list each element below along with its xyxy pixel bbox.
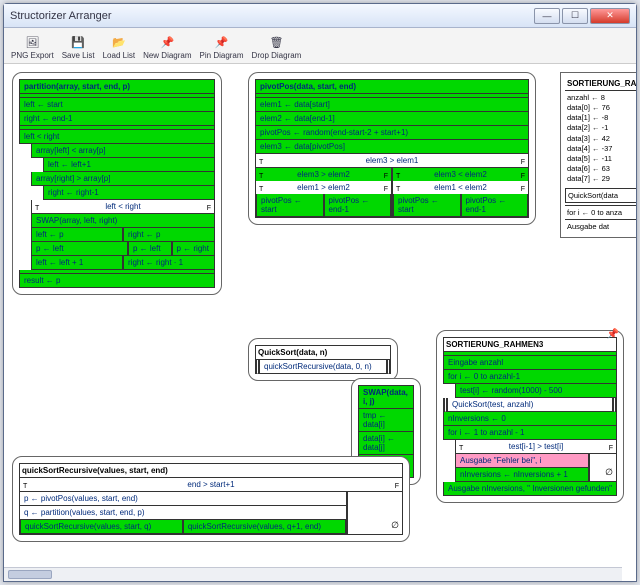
while-head: array[left] < array[p]: [31, 144, 215, 158]
toolbar-label: Pin Diagram: [200, 51, 244, 60]
stmt: p ← pivotPos(values, start, end): [20, 492, 346, 506]
horizontal-scrollbar[interactable]: [4, 567, 622, 581]
stmt: nInversions ← nInversions + 1: [456, 468, 588, 481]
decision: left < right: [31, 200, 215, 214]
stmt: p ← left: [31, 242, 128, 256]
diagram-partition[interactable]: partition(array, start, end, p) left ← s…: [12, 72, 222, 295]
save-icon: 💾: [70, 34, 86, 50]
decision: end > start+1: [19, 478, 403, 492]
toolbar-label: PNG Export: [11, 51, 54, 60]
call: quickSortRecursive(data, 0, n): [255, 360, 391, 374]
stmt: right ← right · 1: [123, 256, 215, 270]
stmt: p ← right: [172, 242, 216, 256]
pin-diagram-button[interactable]: 📌Pin Diagram: [197, 33, 247, 61]
decision: elem3 < elem2: [393, 168, 528, 181]
diagram-title: pivotPos(data, start, end): [255, 79, 529, 94]
stmt: Ausgabe nInversions, " Inversionen gefun…: [443, 482, 617, 496]
toolbar-label: Save List: [62, 51, 95, 60]
call: QuickSort(data: [565, 188, 636, 203]
decision: elem3 > elem1: [255, 154, 529, 168]
diagram-title: quickSortRecursive(values, start, end): [19, 463, 403, 478]
stmt: left ← left+1: [43, 158, 215, 172]
stmt: pivotPos ← start: [256, 194, 324, 217]
titlebar: Structorizer Arranger — ☐ ✕: [4, 4, 636, 28]
maximize-button[interactable]: ☐: [562, 8, 588, 24]
stmt: result ← p: [19, 274, 215, 288]
stmt: test[i] ← random(1000) - 500: [455, 384, 617, 398]
diagram-quicksort[interactable]: QuickSort(data, n) quickSortRecursive(da…: [248, 338, 398, 381]
stmt: right ← end-1: [19, 112, 215, 126]
stmt: Ausgabe dat: [565, 219, 636, 233]
app-window: Structorizer Arranger — ☐ ✕ 🖼PNG Export …: [3, 3, 637, 582]
window-title: Structorizer Arranger: [10, 10, 111, 22]
call: quickSortRecursive(values, q+1, end): [183, 520, 346, 534]
stmt: left ← start: [19, 98, 215, 112]
drop-diagram-button[interactable]: 🗑Drop Diagram: [249, 33, 305, 61]
call: QuickSort(test, anzahl): [443, 398, 617, 412]
load-list-button[interactable]: 📂Load List: [100, 33, 138, 61]
pin-icon: 📌: [607, 329, 619, 340]
diagram-pivotpos[interactable]: pivotPos(data, start, end) elem1 ← data[…: [248, 72, 536, 225]
diagram-title: SORTIERUNG_RAHMEN3: [443, 337, 617, 352]
stmt: Eingabe anzahl: [443, 356, 617, 370]
stmt: nInversions ← 0: [443, 412, 617, 426]
pin-icon: 📌: [214, 34, 230, 50]
diagram-rahmen3[interactable]: 📌 SORTIERUNG_RAHMEN3 Eingabe anzahl for …: [436, 330, 624, 503]
canvas[interactable]: partition(array, start, end, p) left ← s…: [4, 66, 636, 567]
toolbar-label: Load List: [103, 51, 135, 60]
png-export-button[interactable]: 🖼PNG Export: [8, 33, 57, 61]
stmt: left ← p: [31, 228, 123, 242]
pin-icon: 📌: [159, 34, 175, 50]
stmt: elem3 ← data[pivotPos]: [255, 140, 529, 154]
decision: test[i-1] > test[i]: [455, 440, 617, 454]
stmt: pivotPos ← end-1: [324, 194, 392, 217]
drop-icon: 🗑: [268, 34, 284, 50]
while-head: array[right] > array[p]: [31, 172, 215, 186]
stmt: elem2 ← data[end-1]: [255, 112, 529, 126]
error-stmt: Ausgabe "Fehler bei", i: [456, 454, 588, 468]
loop-head: for i ← 0 to anzahl-1: [443, 370, 617, 384]
diagram-rahmen-clipped[interactable]: SORTIERUNG_RA anzahl ← 8 data[0] ← 76 da…: [560, 72, 636, 238]
stmt: pivotPos ← start: [393, 194, 461, 217]
stmt: q ← partition(values, start, end, p): [20, 506, 346, 520]
decision: elem1 > elem2: [256, 181, 391, 194]
stmt: right ← p: [123, 228, 215, 242]
loop-head: for i ← 1 to anzahl - 1: [443, 426, 617, 440]
toolbar: 🖼PNG Export 💾Save List 📂Load List 📌New D…: [4, 28, 636, 64]
open-icon: 📂: [111, 34, 127, 50]
diagram-title: SORTIERUNG_RA: [565, 77, 636, 91]
diagram-title: QuickSort(data, n): [255, 345, 391, 360]
diagram-quicksort-recursive[interactable]: quickSortRecursive(values, start, end) e…: [12, 456, 410, 542]
stmt: p ← left: [128, 242, 172, 256]
call: SWAP(array, left, right): [31, 214, 215, 228]
close-button[interactable]: ✕: [590, 8, 630, 24]
stmt: right ← right-1: [43, 186, 215, 200]
save-list-button[interactable]: 💾Save List: [59, 33, 98, 61]
image-icon: 🖼: [24, 34, 40, 50]
stmt: tmp ← data[i]: [358, 409, 414, 432]
stmt: elem1 ← data[start]: [255, 98, 529, 112]
minimize-button[interactable]: —: [534, 8, 560, 24]
stmt-block: anzahl ← 8 data[0] ← 76 data[1] ← -8 dat…: [565, 91, 636, 186]
new-diagram-button[interactable]: 📌New Diagram: [140, 33, 194, 61]
decision: elem3 > elem2: [256, 168, 391, 181]
loop-head: left < right: [19, 130, 215, 144]
toolbar-label: Drop Diagram: [252, 51, 302, 60]
scrollbar-thumb[interactable]: [8, 570, 52, 579]
diagram-title: partition(array, start, end, p): [19, 79, 215, 94]
call: quickSortRecursive(values, start, q): [20, 520, 183, 534]
stmt: pivotPos ← random(end-start-2 + start+1): [255, 126, 529, 140]
toolbar-label: New Diagram: [143, 51, 191, 60]
stmt: pivotPos ← end-1: [461, 194, 529, 217]
decision: elem1 < elem2: [393, 181, 528, 194]
diagram-title: SWAP(data, i, j): [358, 385, 414, 409]
loop-head: for i ← 0 to anza: [565, 205, 636, 219]
stmt: left ← left + 1: [31, 256, 123, 270]
stmt: data[i] ← data[j]: [358, 432, 414, 455]
